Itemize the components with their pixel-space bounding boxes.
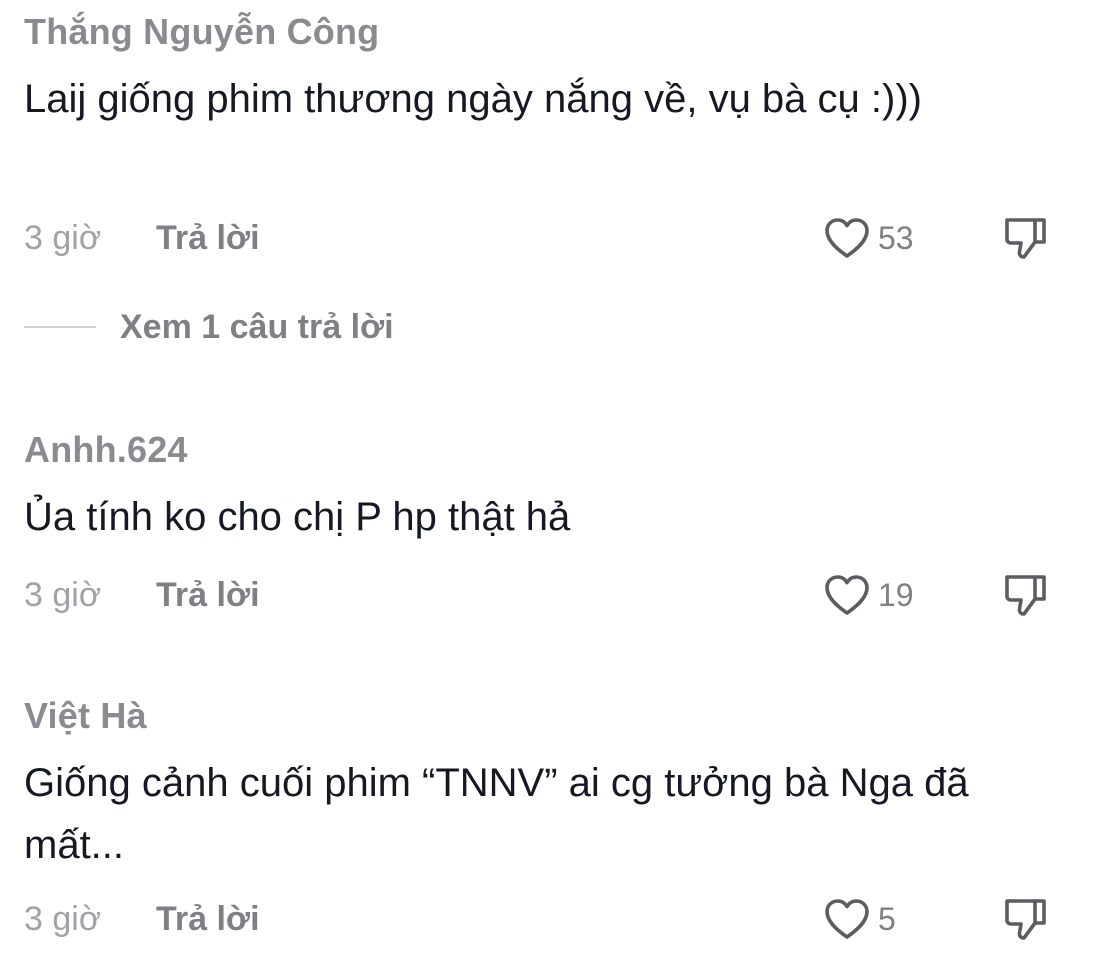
comment-username[interactable]: Anhh.624 bbox=[24, 428, 1097, 472]
comment-username[interactable]: Việt Hà bbox=[24, 694, 1097, 738]
reply-button[interactable]: Trả lời bbox=[156, 894, 260, 944]
comment-item: Anhh.624 Ủa tính ko cho chị P hp thật hả… bbox=[24, 428, 1097, 616]
dislike-button[interactable] bbox=[1002, 215, 1050, 266]
dislike-button[interactable] bbox=[1002, 896, 1050, 947]
comment-timestamp: 3 giờ bbox=[24, 576, 102, 614]
comment-item: Việt Hà Giống cảnh cuối phim “TNNV” ai c… bbox=[24, 694, 1097, 940]
reply-button[interactable]: Trả lời bbox=[156, 213, 260, 263]
comment-item: Thắng Nguyễn Công Laij giống phim thương… bbox=[24, 10, 1097, 259]
like-button[interactable]: 5 bbox=[824, 894, 896, 944]
thumbs-down-icon bbox=[1005, 899, 1046, 940]
comment-timestamp: 3 giờ bbox=[24, 219, 102, 257]
comment-actions: 3 giờ Trả lời 5 bbox=[24, 894, 1097, 944]
dislike-button[interactable] bbox=[1002, 572, 1050, 623]
like-count: 5 bbox=[878, 901, 896, 937]
thumbs-down-icon bbox=[1005, 575, 1046, 616]
heart-outline-icon bbox=[825, 575, 869, 615]
heart-outline-icon bbox=[825, 218, 869, 258]
reply-button[interactable]: Trả lời bbox=[156, 570, 260, 620]
thumbs-down-icon bbox=[1005, 218, 1046, 259]
like-count: 53 bbox=[878, 220, 914, 256]
comment-text: Giống cảnh cuối phim “TNNV” ai cg tưởng … bbox=[24, 761, 969, 867]
comment-actions: 3 giờ Trả lời 53 bbox=[24, 213, 1097, 263]
comment-text: Ủa tính ko cho chị P hp thật hả bbox=[24, 495, 571, 539]
heart-outline-icon bbox=[825, 899, 869, 939]
comment-text: Laij giống phim thương ngày nắng về, vụ … bbox=[24, 77, 922, 121]
like-count: 19 bbox=[878, 577, 914, 613]
view-replies-button[interactable]: Xem 1 câu trả lời bbox=[24, 304, 394, 350]
comment-username[interactable]: Thắng Nguyễn Công bbox=[24, 10, 1097, 54]
comment-timestamp: 3 giờ bbox=[24, 900, 102, 938]
like-button[interactable]: 53 bbox=[824, 213, 914, 263]
comment-actions: 3 giờ Trả lời 19 bbox=[24, 570, 1097, 620]
view-replies-label: Xem 1 câu trả lời bbox=[120, 307, 394, 346]
divider-line bbox=[24, 326, 96, 328]
like-button[interactable]: 19 bbox=[824, 570, 914, 620]
